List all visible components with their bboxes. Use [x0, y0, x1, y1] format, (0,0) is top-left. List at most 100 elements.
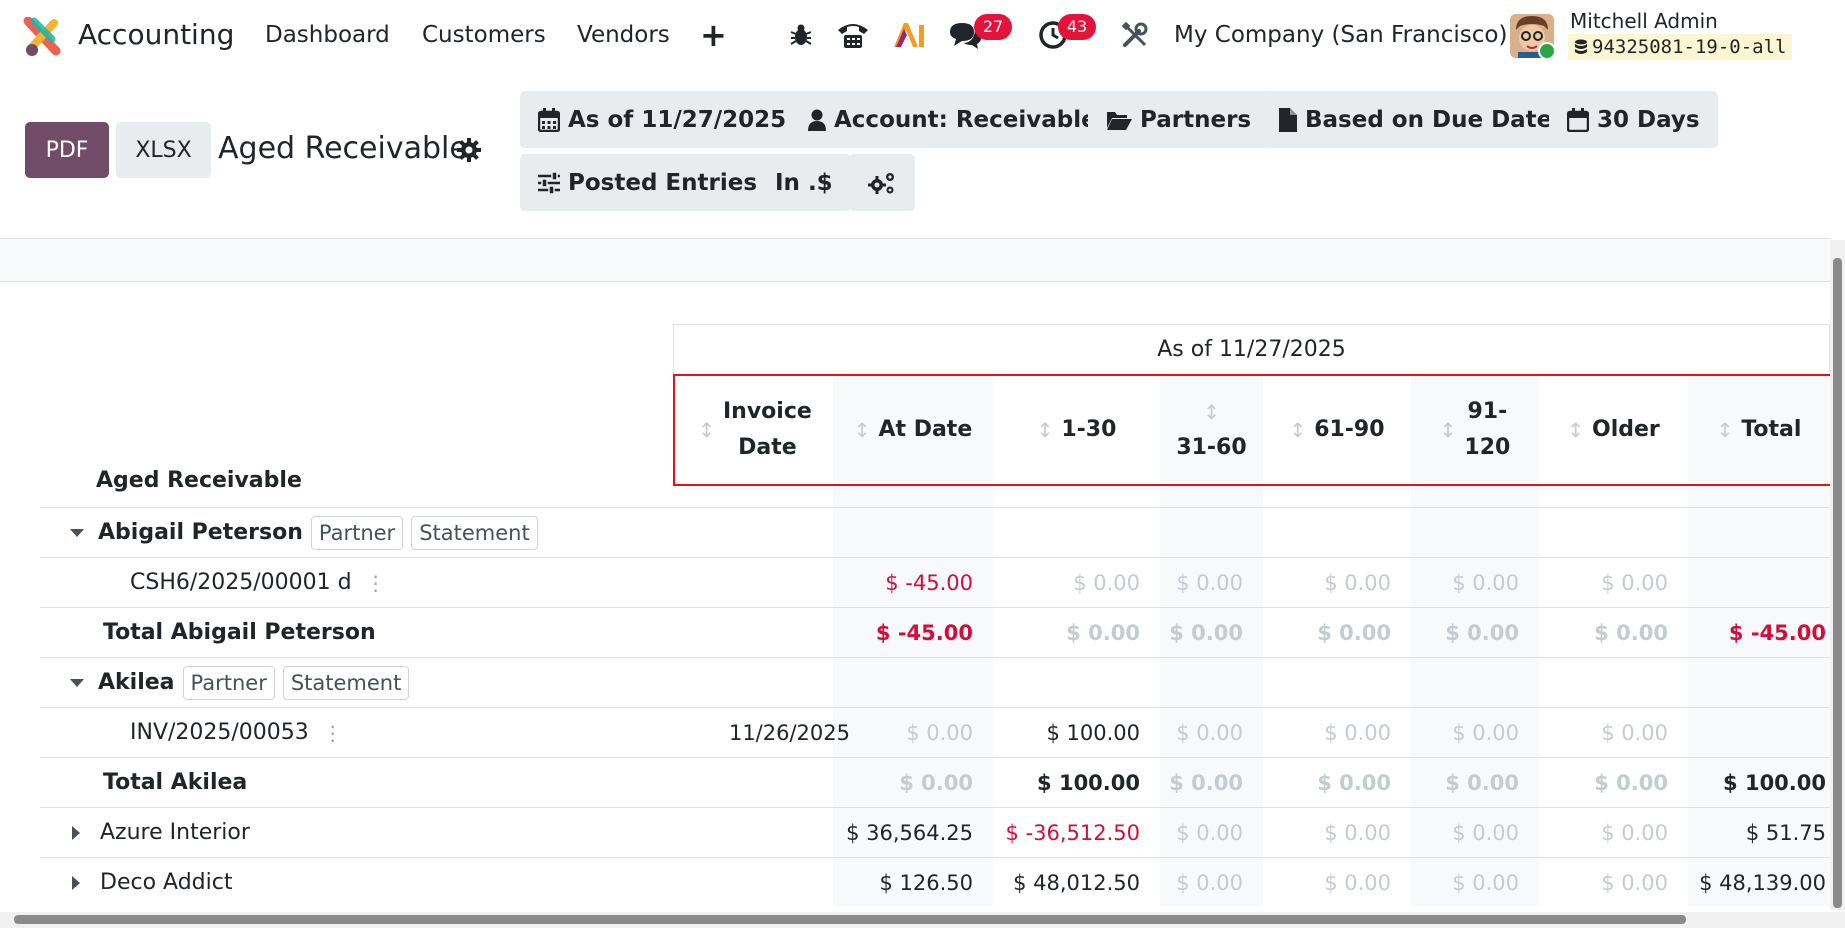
partner-label: Azure Interior [72, 808, 250, 858]
menu-customers[interactable]: Customers [422, 22, 546, 48]
posted-entries-label: Posted Entries [568, 169, 758, 196]
period-31-60-cell: $ 0.00 [1169, 621, 1243, 645]
file-icon [1279, 107, 1297, 132]
partner-row-abigail[interactable]: Abigail Peterson Partner Statement [40, 507, 1830, 557]
partner-label: Akilea Partner Statement [70, 658, 410, 708]
move-line-row[interactable]: CSH6/2025/00001 d ⋮ $ -45.00 $ 0.00 $ 0.0… [40, 557, 1830, 607]
page-title: Aged Receivable [218, 131, 468, 166]
older-cell: $ 0.00 [1601, 721, 1668, 745]
older-cell: $ 0.00 [1594, 771, 1668, 795]
period-61-90-cell: $ 0.00 [1324, 821, 1391, 845]
xlsx-button[interactable]: XLSX [116, 122, 211, 178]
statement-button[interactable]: Statement [411, 516, 538, 550]
period-61-90-cell: $ 0.00 [1324, 871, 1391, 895]
period-61-90-cell: $ 0.00 [1317, 771, 1391, 795]
partner-button[interactable]: Partner [182, 666, 275, 700]
user-name[interactable]: Mitchell Admin [1570, 9, 1718, 33]
older-cell: $ 0.00 [1601, 571, 1668, 595]
caret-right-icon[interactable] [72, 876, 80, 890]
partner-button[interactable]: Partner [310, 516, 404, 550]
due-date-basis-button[interactable]: Based on Due Date [1261, 91, 1571, 148]
user-icon [808, 109, 826, 131]
ai-icon[interactable] [892, 18, 926, 52]
period-filter-button[interactable]: 30 Days [1549, 91, 1718, 148]
total-cell: $ 51.75 [1745, 821, 1826, 845]
period-31-60-cell: $ 0.00 [1169, 771, 1243, 795]
partner-row-azure[interactable]: Azure Interior $ 36,564.25 $ -36,512.50 … [40, 807, 1830, 857]
period-91-120-cell: $ 0.00 [1452, 871, 1519, 895]
move-line-label: INV/2025/00053 ⋮ [130, 708, 343, 758]
period-31-60-cell: $ 0.00 [1176, 571, 1243, 595]
plus-icon[interactable]: + [700, 16, 727, 54]
partner-total-row: Total Akilea $ 0.00 $ 100.00 $ 0.00 $ 0.… [40, 757, 1830, 807]
currency-button[interactable]: In .$ [757, 154, 851, 211]
period-31-60-cell: $ 0.00 [1176, 721, 1243, 745]
period-61-90-cell: $ 0.00 [1317, 621, 1391, 645]
partner-name: Deco Addict [100, 870, 233, 895]
move-line-label: CSH6/2025/00001 d ⋮ [130, 558, 386, 608]
period-91-120-cell: $ 0.00 [1445, 621, 1519, 645]
date-filter-button[interactable]: As of 11/27/2025 [520, 91, 805, 148]
vertical-scrollbar-thumb[interactable] [1833, 258, 1842, 908]
caret-down-icon[interactable] [70, 529, 84, 537]
at-date-cell: $ 36,564.25 [846, 821, 973, 845]
total-cell: $ -45.00 [1728, 621, 1826, 645]
top-navbar: Accounting Dashboard Customers Vendors +… [0, 0, 1845, 72]
options-button[interactable] [849, 154, 915, 211]
online-status-indicator [1538, 42, 1556, 60]
statement-button[interactable]: Statement [282, 666, 410, 700]
period-61-90-cell: $ 0.00 [1324, 721, 1391, 745]
column-headers-highlight-box [673, 374, 1830, 486]
partner-name: Akilea [98, 670, 175, 695]
pdf-button[interactable]: PDF [25, 122, 109, 178]
horizontal-scrollbar-thumb[interactable] [14, 915, 1686, 924]
period-61-90-cell: $ 0.00 [1324, 571, 1391, 595]
report-table: As of 11/27/2025 ↕ Invoice Date ↕ At Date … [0, 282, 1830, 906]
posted-entries-button[interactable]: Posted Entries [520, 154, 776, 211]
partners-filter-button[interactable]: Partners [1088, 91, 1270, 148]
period-1-30-cell: $ 0.00 [1073, 571, 1140, 595]
period-91-120-cell: $ 0.00 [1445, 771, 1519, 795]
bug-icon[interactable] [784, 18, 818, 52]
calendar-icon [538, 107, 560, 132]
menu-vendors[interactable]: Vendors [577, 22, 670, 48]
older-cell: $ 0.00 [1601, 821, 1668, 845]
activities-badge: 43 [1058, 14, 1096, 40]
menu-dashboard[interactable]: Dashboard [265, 22, 390, 48]
account-filter-label: Account: Receivable [834, 106, 1097, 133]
period-1-30-cell: $ 100.00 [1037, 771, 1140, 795]
total-cell: $ 100.00 [1723, 771, 1826, 795]
partner-label: Abigail Peterson Partner Statement [70, 508, 538, 558]
phone-icon[interactable] [836, 18, 870, 52]
kebab-menu-icon[interactable]: ⋮ [366, 558, 386, 608]
move-line-row[interactable]: INV/2025/00053 ⋮ 11/26/2025 $ 0.00 $ 100.… [40, 707, 1830, 757]
move-line-ref[interactable]: INV/2025/00053 [130, 708, 309, 758]
accounting-app-logo-icon[interactable] [22, 17, 62, 57]
period-filter-label: 30 Days [1597, 106, 1700, 133]
account-filter-button[interactable]: Account: Receivable [790, 91, 1115, 148]
partner-row-deco[interactable]: Deco Addict $ 126.50 $ 48,012.50 $ 0.00 … [40, 857, 1830, 906]
partner-name: Azure Interior [100, 820, 250, 845]
control-panel-divider [0, 238, 1830, 282]
period-1-30-cell: $ 0.00 [1066, 621, 1140, 645]
kebab-menu-icon[interactable]: ⋮ [323, 708, 343, 758]
app-name[interactable]: Accounting [78, 18, 234, 51]
date-filter-label: As of 11/27/2025 [568, 106, 787, 133]
partner-row-akilea[interactable]: Akilea Partner Statement [40, 657, 1830, 707]
move-line-ref[interactable]: CSH6/2025/00001 d [130, 558, 352, 608]
older-cell: $ 0.00 [1601, 871, 1668, 895]
period-31-60-cell: $ 0.00 [1176, 821, 1243, 845]
caret-down-icon[interactable] [70, 679, 84, 687]
company-switcher[interactable]: My Company (San Francisco) [1174, 22, 1507, 48]
partners-filter-label: Partners [1140, 106, 1252, 133]
total-label: Total Akilea [103, 770, 248, 795]
caret-right-icon[interactable] [72, 826, 80, 840]
partner-total-row: Total Abigail Peterson $ -45.00 $ 0.00 $… [40, 607, 1830, 657]
period-91-120-cell: $ 0.00 [1452, 571, 1519, 595]
period-91-120-cell: $ 0.00 [1452, 821, 1519, 845]
tools-icon[interactable] [1118, 18, 1152, 52]
gear-icon[interactable] [456, 137, 482, 163]
messages-badge: 27 [974, 14, 1012, 40]
period-91-120-cell: $ 0.00 [1452, 721, 1519, 745]
period-1-30-cell: $ 48,012.50 [1013, 871, 1140, 895]
